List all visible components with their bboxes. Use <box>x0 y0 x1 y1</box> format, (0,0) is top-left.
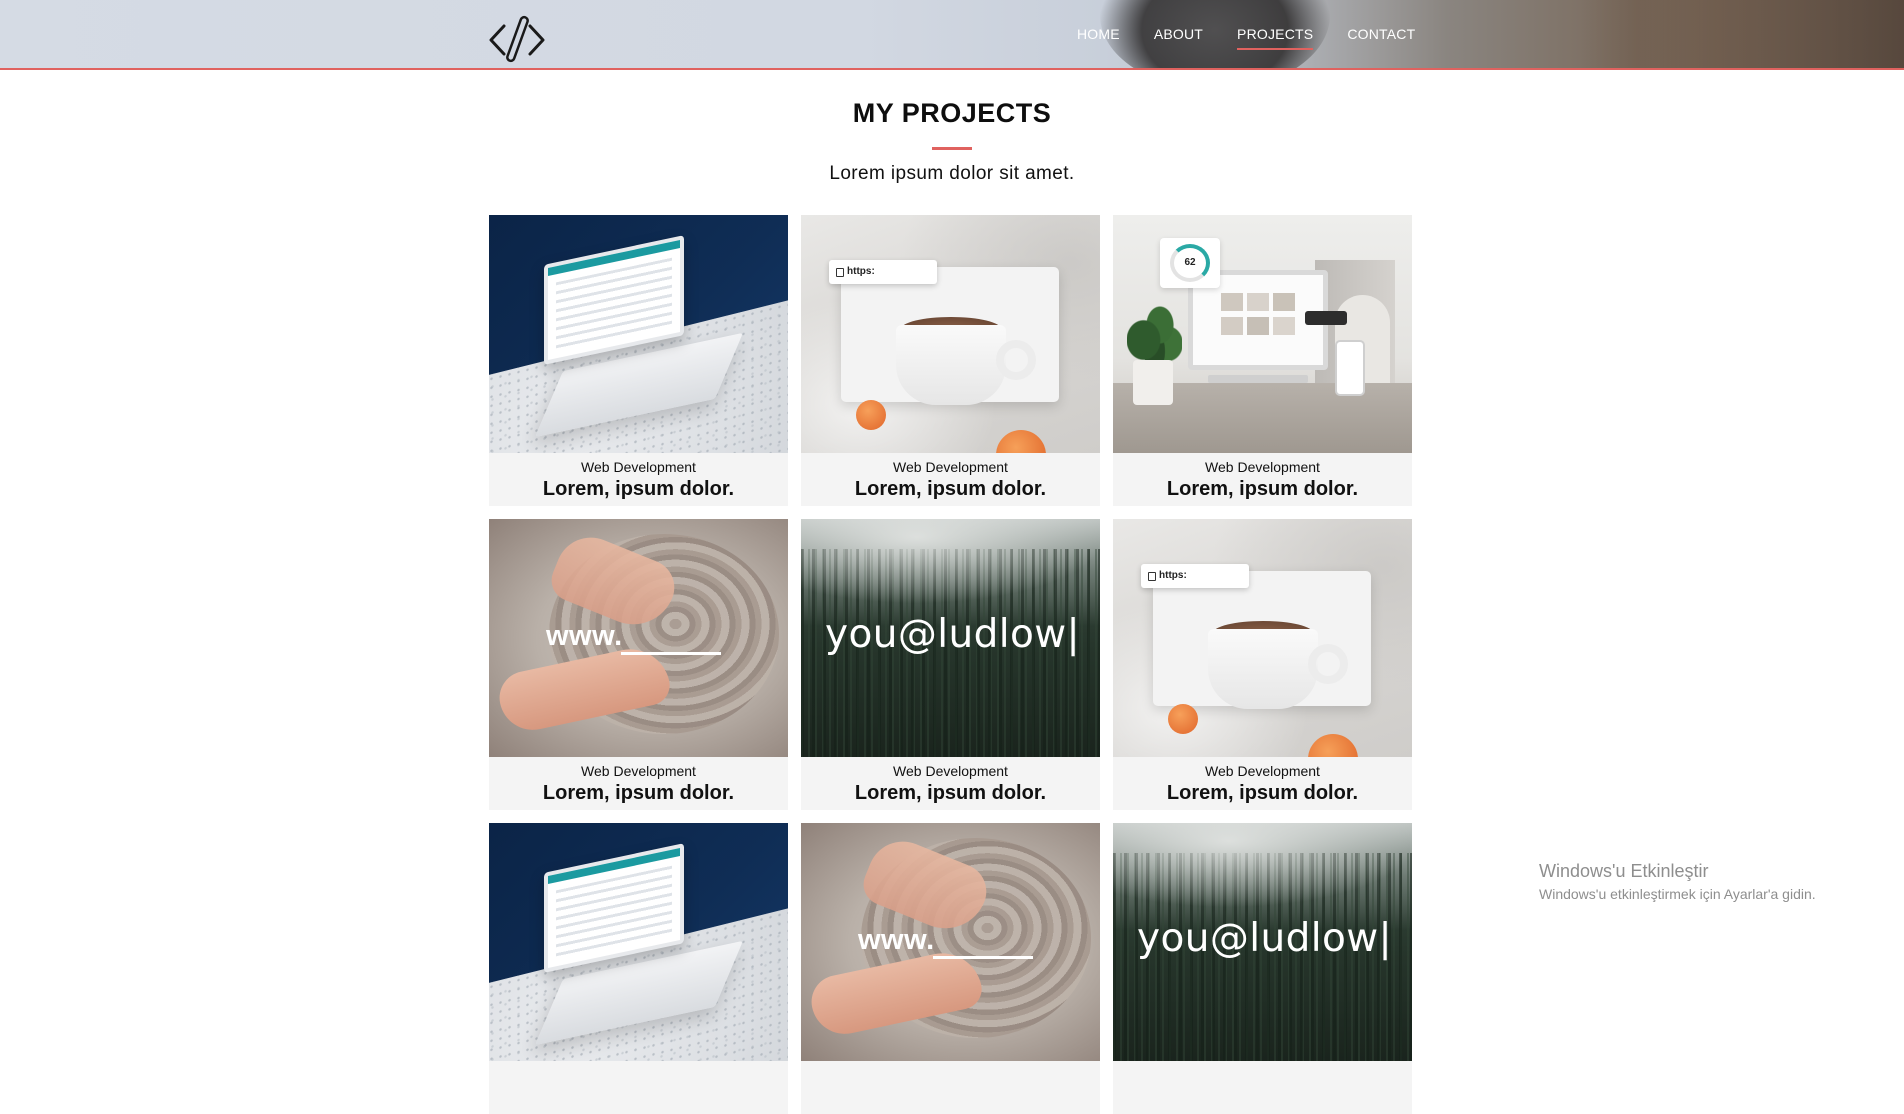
project-thumbnail-pottery: www. <box>801 823 1100 1061</box>
project-thumbnail-forest: you@ludlow| <box>801 519 1100 757</box>
project-title: Lorem, ipsum dolor. <box>542 478 735 500</box>
project-card[interactable]: Web Development Lorem, ipsum dolor. <box>489 215 788 506</box>
main-nav: HOME ABOUT PROJECTS CONTACT <box>1060 22 1432 50</box>
project-category: Web Development <box>581 763 696 779</box>
nav-link-contact[interactable]: CONTACT <box>1330 22 1432 50</box>
project-title: Lorem, ipsum dolor. <box>542 782 735 804</box>
project-category: Web Development <box>1205 763 1320 779</box>
project-card[interactable]: 62 Web Development Lorem, ipsum dolor. <box>1113 215 1412 506</box>
project-card[interactable]: you@ludlow| Web Development Lorem, ipsum… <box>801 519 1100 810</box>
watermark-title: Windows'u Etkinleştir <box>1539 861 1709 881</box>
project-card[interactable] <box>489 823 788 1114</box>
thumbnail-overlay-text: www. <box>858 924 935 956</box>
thumbnail-overlay-text: www. <box>546 620 623 652</box>
project-thumbnail-laptop <box>489 215 788 453</box>
project-title: Lorem, ipsum dolor. <box>854 478 1047 500</box>
url-bar-text: https: <box>1141 564 1249 588</box>
url-bar-text: https: <box>829 260 937 284</box>
nav-link-about[interactable]: ABOUT <box>1137 22 1220 50</box>
code-brackets-icon[interactable] <box>486 12 548 66</box>
project-title: Lorem, ipsum dolor. <box>1166 782 1359 804</box>
nav-link-home[interactable]: HOME <box>1060 22 1137 50</box>
project-thumbnail-devices: 62 <box>1113 215 1412 453</box>
project-thumbnail-pottery: www. <box>489 519 788 757</box>
project-category: Web Development <box>893 459 1008 475</box>
project-category: Web Development <box>581 459 696 475</box>
section-title: MY PROJECTS <box>852 98 1052 128</box>
section-subtitle: Lorem ipsum dolor sit amet. <box>829 163 1075 184</box>
gauge-value: 62 <box>1170 244 1210 282</box>
project-title: Lorem, ipsum dolor. <box>854 782 1047 804</box>
project-title: Lorem, ipsum dolor. <box>1166 478 1359 500</box>
nav-link-projects[interactable]: PROJECTS <box>1220 22 1330 50</box>
hero-background-shade <box>1580 0 1904 68</box>
project-card[interactable]: you@ludlow| <box>1113 823 1412 1114</box>
project-category: Web Development <box>893 763 1008 779</box>
project-card[interactable]: www. <box>801 823 1100 1114</box>
project-card[interactable]: https: Web Development Lorem, ipsum dolo… <box>801 215 1100 506</box>
project-thumbnail-coffee-cup: https: <box>801 215 1100 453</box>
projects-grid: Web Development Lorem, ipsum dolor. http… <box>489 215 1415 1114</box>
project-thumbnail-forest: you@ludlow| <box>1113 823 1412 1061</box>
thumbnail-overlay-text: you@ludlow| <box>1137 916 1393 961</box>
project-category: Web Development <box>1205 459 1320 475</box>
project-card[interactable]: https: Web Development Lorem, ipsum dolo… <box>1113 519 1412 810</box>
project-thumbnail-laptop <box>489 823 788 1061</box>
watermark-subtitle: Windows'u etkinleştirmek için Ayarlar'a … <box>1539 886 1816 902</box>
thumbnail-overlay-text: you@ludlow| <box>825 612 1081 657</box>
project-thumbnail-coffee-cup: https: <box>1113 519 1412 757</box>
title-divider <box>932 147 972 150</box>
project-card[interactable]: www. Web Development Lorem, ipsum dolor. <box>489 519 788 810</box>
windows-activation-watermark: Windows'u Etkinleştir Windows'u etkinleş… <box>1539 860 1816 904</box>
site-header: HOME ABOUT PROJECTS CONTACT <box>0 0 1904 70</box>
